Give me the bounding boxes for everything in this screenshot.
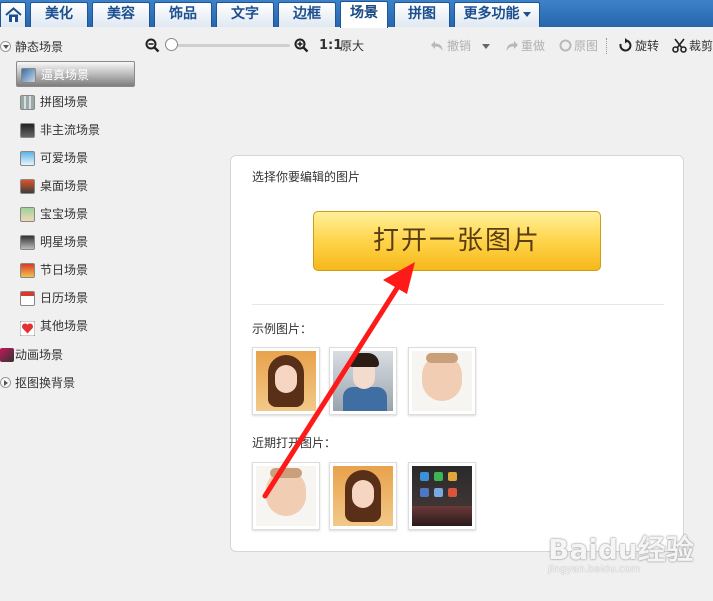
recent-image-2[interactable] [329,462,397,530]
undo-dropdown-icon[interactable] [482,44,490,49]
sidebar-item-calendar-scene[interactable]: 日历场景 [16,285,135,311]
recent-label: 近期打开图片： [252,436,337,450]
sidebar-item-cute-scene[interactable]: 可爱场景 [16,145,135,171]
sidebar-item-other-scene[interactable]: 其他场景 [16,313,135,339]
couple-photo-icon [21,68,36,83]
heart-icon [19,319,36,337]
star-portrait-icon [20,235,35,250]
undo-icon [431,41,443,51]
group-label: 抠图换背景 [15,376,76,390]
original-size-button[interactable]: 原大 [340,38,364,54]
undo-button[interactable]: 撤销 [447,38,471,54]
open-image-panel: 选择你要编辑的图片 打开一张图片 示例图片： 近期打开图片： [230,155,684,552]
rotate-button[interactable]: 旋转 [635,38,659,54]
top-tab-bar: 美化 美容 饰品 文字 边框 场景 拼图 更多功能 [0,0,713,28]
portrait-dark-icon [20,123,35,138]
sidebar-item-realistic-scene[interactable]: 逼真场景 [16,61,135,87]
sidebar-item-label: 宝宝场景 [40,207,89,221]
home-icon [5,7,22,22]
example-image-1[interactable] [252,347,320,415]
sidebar-item-alternative-scene[interactable]: 非主流场景 [16,117,135,143]
redo-icon [506,41,518,51]
expand-icon [0,377,11,388]
chevron-down-icon [522,11,531,17]
example-image-2[interactable] [329,347,397,415]
zoom-out-icon[interactable] [145,38,160,53]
tab-collage[interactable]: 拼图 [394,2,450,27]
tab-more-features[interactable]: 更多功能 [454,2,540,27]
more-features-label: 更多功能 [463,6,520,22]
zoom-slider[interactable] [170,44,290,47]
group-label: 静态场景 [15,40,64,54]
ratio-one-to-one[interactable]: 1:1 [319,38,342,54]
crop-button[interactable]: 裁剪 [689,38,713,54]
tab-scene[interactable]: 场景 [340,1,388,28]
tab-home[interactable] [0,2,26,27]
original-icon [559,39,572,52]
sidebar-item-collage-scene[interactable]: 拼图场景 [16,89,135,115]
zoom-in-icon[interactable] [294,38,309,53]
tab-beautify[interactable]: 美化 [30,2,88,27]
tab-text[interactable]: 文字 [216,2,274,27]
sidebar-item-label: 明星场景 [40,235,89,249]
calendar-icon [20,291,35,306]
tab-accessories[interactable]: 饰品 [154,2,212,27]
grid-icon [20,95,35,110]
zoom-slider-handle[interactable] [165,38,178,51]
sidebar-item-baby-scene[interactable]: 宝宝场景 [16,201,135,227]
original-image-button[interactable]: 原图 [574,38,598,54]
sidebar-item-label: 可爱场景 [40,151,89,165]
baidu-watermark: Baidu经验 jingyan.baidu.com [548,528,708,588]
example-image-3[interactable] [408,347,476,415]
sidebar-item-desktop-scene[interactable]: 桌面场景 [16,173,135,199]
holiday-icon [20,263,35,278]
cute-character-icon [20,151,35,166]
open-image-button[interactable]: 打开一张图片 [313,211,601,271]
sidebar-item-label: 非主流场景 [40,123,101,137]
toolbar-divider [606,38,607,54]
tab-frame[interactable]: 边框 [278,2,336,27]
baby-icon [20,207,35,222]
sidebar-item-label: 桌面场景 [40,179,89,193]
recent-image-3[interactable] [408,462,476,530]
sidebar-item-label: 日历场景 [40,291,89,305]
animated-scene-icon [0,348,14,362]
sidebar-item-label: 拼图场景 [40,95,89,109]
rotate-icon [619,38,632,52]
panel-title: 选择你要编辑的图片 [252,170,361,184]
watermark-url: jingyan.baidu.com [548,564,641,575]
tab-makeup[interactable]: 美容 [92,2,150,27]
scene-sidebar: 静态场景 逼真场景 拼图场景 非主流场景 可爱场景 桌面场景 宝宝场景 明星场景… [0,33,137,601]
group-label: 动画场景 [15,348,64,362]
sidebar-item-label: 节日场景 [40,263,89,277]
panel-divider [252,304,664,305]
watermark-brand: Baidu经验 [548,533,694,566]
sidebar-item-star-scene[interactable]: 明星场景 [16,229,135,255]
sidebar-item-holiday-scene[interactable]: 节日场景 [16,257,135,283]
landscape-icon [20,179,35,194]
examples-label: 示例图片： [252,322,313,336]
recent-image-1[interactable] [252,462,320,530]
scissors-icon [672,38,687,53]
collapse-icon [0,41,11,52]
sidebar-item-label: 逼真场景 [41,68,90,82]
toolbar: 1:1 原大 撤销 重做 原图 旋转 裁剪 [137,29,713,61]
redo-button[interactable]: 重做 [521,38,545,54]
sidebar-item-label: 其他场景 [40,319,89,333]
